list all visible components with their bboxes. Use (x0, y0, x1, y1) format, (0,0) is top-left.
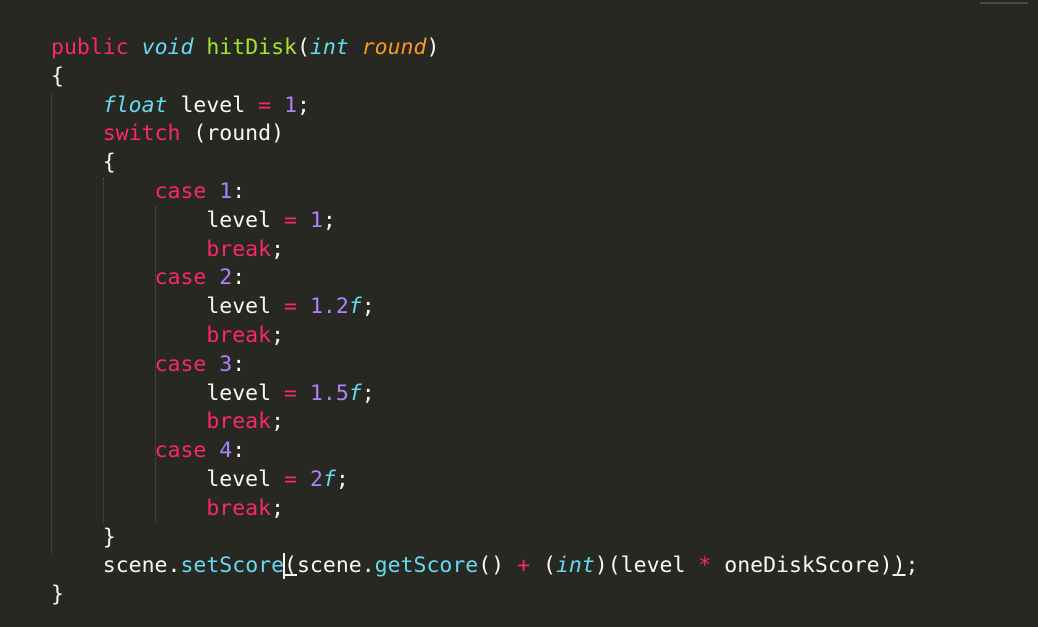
code-block[interactable]: public void hitDisk(int round) { float l… (51, 34, 918, 610)
assign-op: = (284, 380, 297, 406)
code-line-assign[interactable]: level = 2f; (51, 466, 918, 495)
keyword-break: break (206, 409, 272, 435)
type-float: float (102, 92, 168, 118)
matched-close-paren: ) (892, 553, 906, 579)
semicolon: ; (905, 553, 919, 579)
float-suffix: f (348, 380, 362, 406)
cast-close-paren: ) (594, 553, 608, 579)
assign-op: = (258, 92, 272, 118)
minimap[interactable] (980, 2, 1028, 4)
cast-open-paren: ( (542, 553, 556, 579)
var-level: level (206, 466, 272, 492)
case-label: 2 (219, 265, 233, 291)
inner-expr-open: (level (607, 553, 686, 579)
case-label: 1 (219, 178, 233, 204)
code-line-assign[interactable]: level = 1; (51, 207, 918, 236)
call-parens: () (478, 553, 505, 579)
number-literal: 1 (309, 207, 323, 233)
inner-close-paren: ) (879, 553, 893, 579)
colon: : (232, 265, 246, 291)
code-line-float-decl[interactable]: float level = 1; (51, 92, 918, 121)
keyword-case: case (154, 438, 207, 464)
number-literal: 1.2 (309, 294, 349, 320)
cast-type-int: int (555, 553, 595, 579)
float-suffix: f (348, 294, 362, 320)
function-name: hitDisk (206, 35, 297, 60)
number-literal: 1 (284, 92, 298, 118)
number-literal: 1.5 (309, 380, 349, 406)
semicolon: ; (361, 380, 375, 406)
multiply-op: * (698, 553, 712, 579)
code-line-set-score[interactable]: scene.setScore(scene.getScore() + (int)(… (51, 552, 918, 581)
var-level: level (206, 207, 272, 233)
code-line-break[interactable]: break; (51, 495, 918, 524)
semicolon: ; (297, 92, 310, 118)
case-label: 4 (219, 438, 233, 464)
keyword-break: break (206, 322, 272, 348)
assign-op: = (284, 466, 297, 492)
brace: { (51, 63, 64, 89)
semicolon: ; (361, 294, 375, 320)
keyword-public: public (51, 35, 129, 60)
open-paren: ( (296, 35, 310, 60)
plus-op: + (517, 553, 531, 579)
code-line-assign[interactable]: level = 1.2f; (51, 293, 918, 322)
var-oneDiskScore: oneDiskScore (724, 553, 880, 579)
colon: : (232, 438, 246, 464)
code-line-break[interactable]: break; (51, 236, 918, 265)
param-name: round (361, 35, 427, 60)
object-scene: scene (296, 553, 362, 579)
code-line-switch-open-brace[interactable]: { (51, 149, 918, 178)
method-setScore: setScore (180, 553, 285, 579)
brace: { (102, 150, 116, 176)
code-line-open-brace[interactable]: { (51, 63, 918, 92)
colon: : (232, 351, 246, 377)
close-paren: ) (426, 35, 440, 60)
dot: . (167, 553, 181, 579)
var-level: level (180, 92, 246, 118)
keyword-break: break (206, 495, 272, 521)
keyword-case: case (154, 265, 207, 291)
semicolon: ; (271, 495, 285, 521)
code-editor[interactable]: public void hitDisk(int round) { float l… (0, 0, 1038, 627)
assign-op: = (284, 207, 297, 233)
param-type: int (309, 35, 349, 60)
code-line-function-signature[interactable]: public void hitDisk(int round) (51, 34, 918, 63)
keyword-break: break (206, 236, 272, 262)
keyword-switch: switch (102, 121, 181, 147)
switch-expr: (round) (193, 121, 285, 147)
semicolon: ; (271, 236, 285, 262)
code-line-assign[interactable]: level = 1.5f; (51, 380, 918, 409)
semicolon: ; (271, 409, 285, 435)
assign-op: = (284, 294, 297, 320)
code-line-break[interactable]: break; (51, 322, 918, 351)
semicolon: ; (322, 207, 336, 233)
matched-open-paren: ( (284, 553, 297, 579)
code-line-close-brace[interactable]: } (51, 581, 918, 610)
code-line-switch-close-brace[interactable]: } (51, 524, 918, 553)
dot: . (361, 553, 375, 579)
code-line-case[interactable]: case 1: (51, 178, 918, 207)
keyword-case: case (154, 178, 207, 204)
brace: } (51, 582, 64, 608)
semicolon: ; (271, 322, 285, 348)
var-level: level (206, 380, 272, 406)
case-label: 3 (219, 351, 233, 377)
code-line-break[interactable]: break; (51, 408, 918, 437)
code-line-case[interactable]: case 3: (51, 351, 918, 380)
code-line-case[interactable]: case 4: (51, 437, 918, 466)
float-suffix: f (322, 466, 336, 492)
keyword-case: case (154, 351, 207, 377)
code-line-case[interactable]: case 2: (51, 264, 918, 293)
var-level: level (206, 294, 272, 320)
type-void: void (141, 35, 194, 60)
code-line-switch[interactable]: switch (round) (51, 120, 918, 149)
number-literal: 2 (309, 466, 323, 492)
method-getScore: getScore (374, 553, 479, 579)
object-scene: scene (102, 553, 168, 579)
colon: : (232, 178, 246, 204)
semicolon: ; (335, 466, 349, 492)
brace: } (102, 524, 116, 550)
